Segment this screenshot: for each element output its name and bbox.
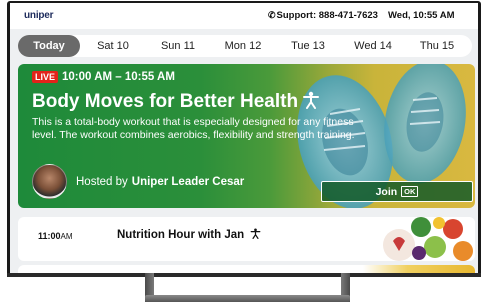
program-time-ampm: AM [60, 232, 73, 241]
tv-stand [145, 272, 350, 302]
phone-icon: ✆ [268, 10, 276, 20]
next-program-image [363, 265, 475, 273]
session-title-text: Body Moves for Better Health [32, 91, 299, 112]
support-text: Support: 888-471-7623 [276, 10, 378, 21]
tab-tue-13[interactable]: Tue 13 [276, 35, 340, 57]
stand-base [145, 295, 350, 302]
join-label: Join [375, 185, 398, 198]
program-title: Nutrition Hour with Jan [117, 228, 261, 241]
current-datetime: Wed, 10:55 AM [388, 10, 455, 21]
host-avatar [32, 164, 67, 199]
tab-sun-11[interactable]: Sun 11 [146, 35, 210, 57]
tab-wed-14[interactable]: Wed 14 [340, 35, 406, 57]
live-header: LIVE 10:00 AM – 10:55 AM [32, 71, 175, 83]
program-time-value: 11:00 [38, 231, 61, 241]
vegetables-image [363, 217, 475, 261]
live-time: 10:00 AM – 10:55 AM [62, 71, 175, 83]
support-info: ✆Support: 888-471-7623 [268, 10, 378, 21]
tab-thu-15[interactable]: Thu 15 [406, 35, 468, 57]
exercise-person-icon [250, 228, 261, 239]
tab-today[interactable]: Today [18, 35, 80, 57]
exercise-person-icon [303, 91, 320, 109]
tab-sat-10[interactable]: Sat 10 [80, 35, 146, 57]
uniper-logo: uniper [24, 10, 54, 21]
session-title: Body Moves for Better Health [32, 91, 320, 113]
program-title-text: Nutrition Hour with Jan [117, 229, 245, 241]
top-bar: uniper ✆Support: 888-471-7623 Wed, 10:55… [10, 3, 478, 29]
day-tabs: Today Sat 10 Sun 11 Mon 12 Tue 13 Wed 14… [18, 35, 472, 57]
live-session-card[interactable]: LIVE 10:00 AM – 10:55 AM Body Moves for … [18, 64, 475, 208]
host-info: Hosted by Uniper Leader Cesar [32, 164, 244, 199]
host-name: Uniper Leader Cesar [131, 175, 245, 188]
tab-mon-12[interactable]: Mon 12 [210, 35, 276, 57]
logo-text: uniper [24, 10, 54, 21]
host-prefix: Hosted by [76, 175, 128, 188]
join-button[interactable]: Join OK [321, 181, 473, 202]
program-row[interactable]: 11:00AM Nutrition Hour with Jan [18, 217, 475, 261]
live-badge: LIVE [32, 71, 59, 83]
program-row-partial[interactable] [18, 265, 475, 273]
session-description: This is a total-body workout that is esp… [32, 116, 355, 141]
program-time: 11:00AM [38, 231, 73, 241]
ok-key-badge: OK [401, 186, 419, 197]
tv-screen: uniper ✆Support: 888-471-7623 Wed, 10:55… [10, 3, 478, 273]
